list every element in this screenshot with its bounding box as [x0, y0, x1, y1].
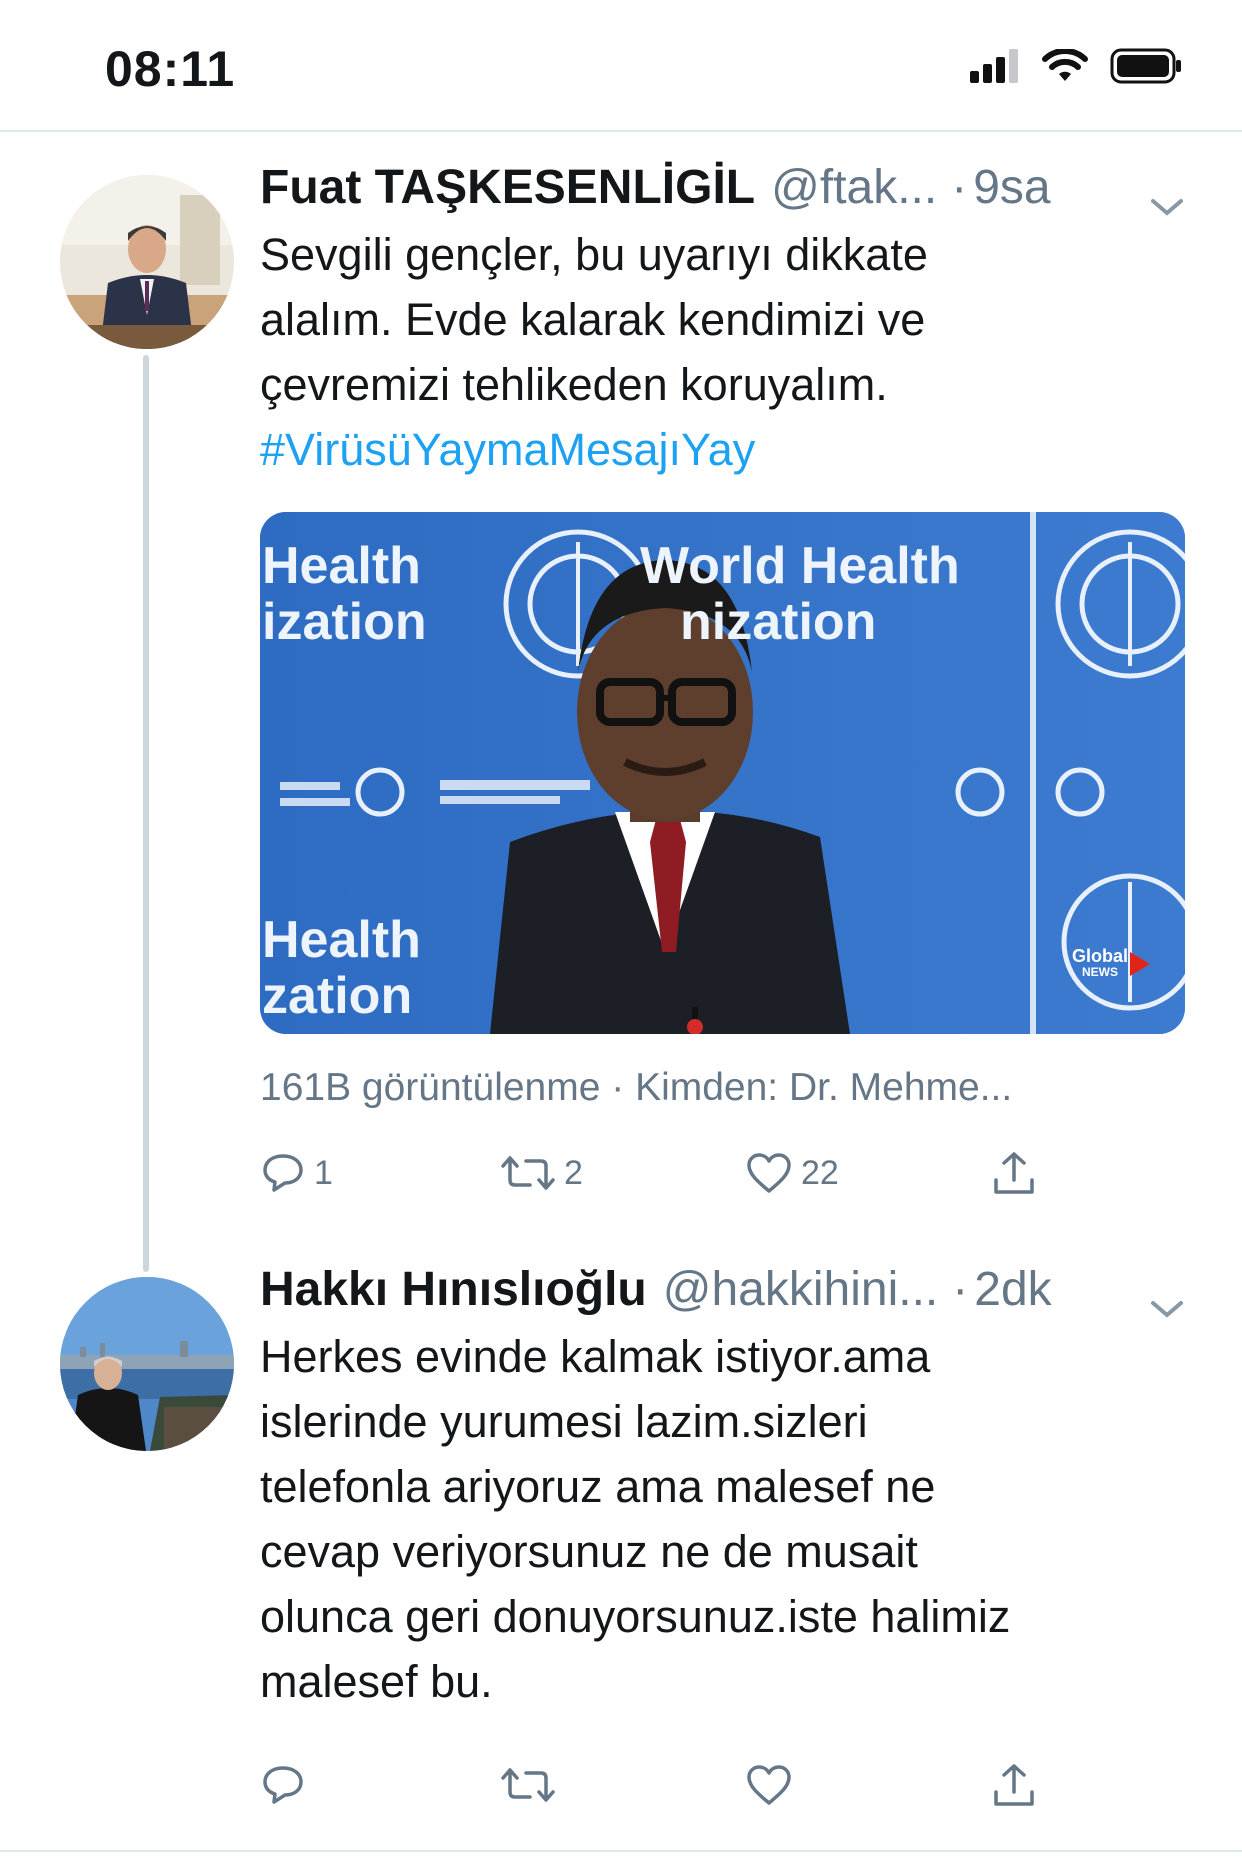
tweet-text-line: Sevgili gençler, bu uyarıyı dikkate: [260, 229, 928, 280]
tweet-text-line: telefonla ariyoruz ama malesef ne: [260, 1461, 936, 1512]
share-icon: [994, 1152, 1034, 1194]
tweet-actions: [260, 1762, 1185, 1822]
author-handle[interactable]: @ftak...: [771, 160, 937, 215]
avatar[interactable]: [60, 1277, 234, 1451]
hashtag-link[interactable]: #VirüsüYaymaMesajıYay: [260, 417, 1185, 482]
signal-bars-icon: [970, 49, 1018, 83]
tweet-header: Fuat TAŞKESENLİGİL @ftak... · 9sa: [260, 160, 1185, 220]
retweet-button[interactable]: [500, 1762, 556, 1808]
heart-icon: [747, 1153, 791, 1193]
avatar[interactable]: [60, 175, 234, 349]
author-name[interactable]: Hakkı Hınıslıoğlu: [260, 1262, 647, 1317]
tweet-time: 9sa: [973, 161, 1051, 214]
reply-button[interactable]: [260, 1762, 306, 1808]
tweet-text-line: alalım. Evde kalarak kendimizi ve: [260, 294, 926, 345]
tweet-text-line: malesef bu.: [260, 1656, 493, 1707]
tweet-text-line: olunca geri donuyorsunuz.iste halimiz: [260, 1591, 1011, 1642]
backdrop-text-left: Health ization: [262, 537, 427, 651]
video-thumbnail[interactable]: Health ization World Health nization Hea…: [260, 512, 1185, 1034]
share-button[interactable]: [990, 1150, 1038, 1198]
retweet-button[interactable]: 2: [500, 1150, 583, 1196]
author-handle[interactable]: @hakkihini...: [663, 1262, 939, 1317]
retweet-icon: [501, 1156, 555, 1190]
author-name[interactable]: Fuat TAŞKESENLİGİL: [260, 160, 755, 215]
share-icon: [994, 1764, 1034, 1806]
chevron-down-icon[interactable]: [1149, 1278, 1185, 1333]
retweet-count: 2: [564, 1153, 583, 1192]
backdrop-text-center: World Health nization: [640, 537, 960, 651]
status-icons: [970, 48, 1182, 84]
tweet-text-line: islerinde yurumesi lazim.sizleri: [260, 1396, 868, 1447]
like-button[interactable]: 22: [745, 1150, 839, 1196]
tweet-text: Herkes evinde kalmak istiyor.ama islerin…: [260, 1324, 1185, 1714]
bottom-divider: [0, 1850, 1242, 1852]
reply-icon: [263, 1154, 303, 1192]
reply-count: 1: [314, 1153, 333, 1192]
tweet-text: Sevgili gençler, bu uyarıyı dikkate alal…: [260, 222, 1185, 482]
status-time: 08:11: [105, 41, 236, 97]
news-badge: Global NEWS: [1072, 946, 1129, 979]
thread-line: [143, 355, 149, 1272]
tweet-text-line: cevap veriyorsunuz ne de musait: [260, 1526, 918, 1577]
retweet-icon: [501, 1768, 555, 1802]
status-bar: 08:11: [0, 0, 1242, 132]
backdrop-text-lower: Health zation: [262, 911, 421, 1025]
tweet-header: Hakkı Hınıslıoğlu @hakkihini... · 2dk: [260, 1262, 1185, 1322]
reply-button[interactable]: 1: [260, 1150, 333, 1196]
heart-icon: [747, 1765, 791, 1805]
tweet-text-line: çevremizi tehlikeden koruyalım.: [260, 359, 888, 410]
tweet-actions: 1 2 22: [260, 1150, 1185, 1210]
separator-dot: ·: [952, 1263, 969, 1316]
wifi-icon: [1042, 49, 1088, 81]
like-button[interactable]: [745, 1762, 793, 1808]
like-count: 22: [801, 1153, 839, 1192]
video-meta[interactable]: 161B görüntülenme · Kimden: Dr. Mehme...: [260, 1066, 1185, 1110]
separator-dot: ·: [951, 161, 968, 214]
tweet-text-line: Herkes evinde kalmak istiyor.ama: [260, 1331, 931, 1382]
reply-icon: [263, 1766, 303, 1804]
share-button[interactable]: [990, 1762, 1038, 1810]
tweet-time: 2dk: [974, 1263, 1052, 1316]
chevron-down-icon[interactable]: [1149, 176, 1185, 231]
battery-icon: [1110, 48, 1181, 84]
